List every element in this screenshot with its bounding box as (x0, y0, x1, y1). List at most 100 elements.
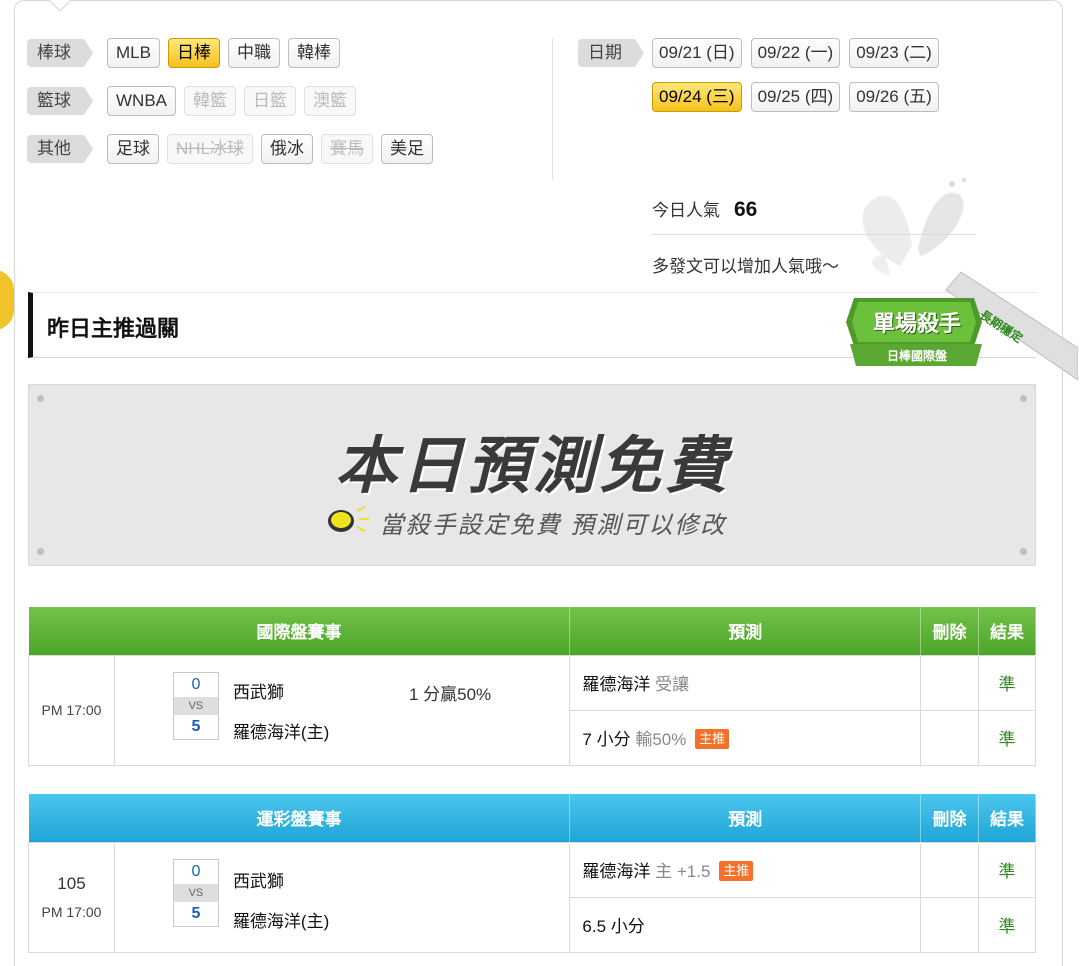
popularity-divider (652, 234, 975, 235)
banner-sub-text: 當殺手設定免費 預測可以修改 (379, 512, 727, 539)
chip-nhl: NHL冰球 (167, 134, 254, 164)
category-label: 其他 (27, 135, 93, 163)
col-delete: 刪除 (920, 794, 980, 842)
chip-nfl[interactable]: 美足 (381, 134, 434, 164)
delete-cell (920, 841, 980, 898)
popularity: 今日人氣 66 (652, 196, 757, 222)
date-0925[interactable]: 09/25 (四) (750, 82, 841, 112)
vs-label: VS (173, 696, 218, 715)
chip-kbl: 韓籃 (184, 86, 236, 116)
date-label: 日期 (578, 39, 644, 67)
chip-khl[interactable]: 俄冰 (261, 134, 314, 164)
chip-mlb[interactable]: MLB (107, 38, 160, 68)
game-number: 105 (57, 874, 86, 893)
col-result: 結果 (978, 607, 1036, 655)
prediction-cell: 羅德海洋 主 +1.5 主推 (569, 841, 922, 898)
chip-horse-racing: 賽馬 (321, 134, 374, 164)
away-score: 0 (191, 862, 201, 880)
col-delete: 刪除 (920, 607, 980, 655)
table-row: PM 17:00 0 VS 5 西武獅 羅德海洋(主) 1 分贏50% 羅德海洋… (28, 654, 1036, 766)
prediction-detail: 主 +1.5 (655, 862, 711, 881)
game-time: PM 17:00 (41, 904, 102, 920)
result-cell: 準 (978, 841, 1036, 898)
killer-badge: 單場殺手 日棒國際盤 長期穩定 (846, 268, 1078, 398)
date-label-wrap: 日期 (578, 38, 658, 68)
filter-row-basketball: 籃球 WNBA 韓籃 日籃 澳籃 (27, 86, 364, 116)
vs-label: VS (173, 883, 218, 902)
popularity-label: 今日人氣 (652, 201, 720, 220)
main-pick-tag: 主推 (695, 729, 730, 749)
badge-subtitle: 日棒國際盤 (886, 349, 947, 363)
chip-wnba[interactable]: WNBA (107, 86, 176, 116)
prediction-cell: 羅德海洋 受讓 (569, 654, 922, 711)
match-cell: 0 VS 5 西武獅 羅德海洋(主) (113, 841, 571, 953)
chip-soccer[interactable]: 足球 (107, 134, 159, 164)
table-header-row: 國際盤賽事 預測 刪除 結果 (28, 607, 1036, 655)
chip-bleague: 日籃 (244, 86, 296, 116)
home-team: 羅德海洋(主) (232, 722, 330, 742)
col-prediction: 預測 (569, 607, 922, 655)
date-0922[interactable]: 09/22 (一) (750, 38, 841, 68)
popularity-tip: 多發文可以增加人氣哦～ (652, 257, 839, 276)
away-team: 西武獅 (232, 682, 284, 702)
category-label: 籃球 (27, 87, 93, 115)
chip-cpbl[interactable]: 中職 (227, 38, 280, 68)
banner-pin (37, 395, 44, 402)
international-table: 國際盤賽事 預測 刪除 結果 PM 17:00 0 VS 5 西武獅 羅德海洋(… (28, 607, 1036, 766)
home-team: 羅德海洋(主) (232, 911, 330, 931)
date-0923[interactable]: 09/23 (二) (849, 38, 939, 68)
delete-cell (920, 709, 980, 766)
prediction-cell: 6.5 小分 (569, 896, 922, 953)
banner-pin (1020, 548, 1027, 555)
lottery-table: 運彩盤賽事 預測 刪除 結果 105 PM 17:00 0 VS 5 西武獅 羅… (28, 794, 1036, 953)
delete-cell (920, 654, 980, 711)
chip-nbl: 澳籃 (304, 86, 356, 116)
prediction-main: 羅德海洋 (582, 675, 651, 694)
banner-pin (37, 548, 44, 555)
home-score: 5 (191, 904, 201, 922)
prediction-main: 6.5 小分 (582, 917, 645, 936)
banner-main-text: 本日預測免費 (334, 432, 731, 501)
prediction-detail: 輸50% (635, 730, 687, 749)
prediction-detail: 受讓 (655, 675, 690, 694)
chip-npb[interactable]: 日棒 (167, 38, 220, 68)
col-event: 運彩盤賽事 (28, 794, 571, 842)
date-0921[interactable]: 09/21 (日) (652, 38, 742, 68)
prediction-main: 羅德海洋 (582, 862, 651, 881)
game-time-cell: 105 PM 17:00 (28, 841, 115, 953)
divider (552, 38, 553, 180)
date-picker: 09/21 (日) 09/22 (一) 09/23 (二) 09/24 (三) … (652, 38, 997, 112)
result-cell: 準 (978, 896, 1036, 953)
prediction-main: 7 小分 (582, 730, 631, 749)
notch-decoration (49, 0, 71, 12)
free-prediction-banner: 本日預測免費 當殺手設定免費 預測可以修改 (28, 384, 1036, 566)
home-score: 5 (191, 717, 201, 735)
filter-row-baseball: 棒球 MLB 日棒 中職 韓棒 (27, 38, 348, 68)
table-header-row: 運彩盤賽事 預測 刪除 結果 (28, 794, 1036, 842)
table-row: 105 PM 17:00 0 VS 5 西武獅 羅德海洋(主) 羅德海洋 主 +… (28, 841, 1036, 953)
main-pick-tag: 主推 (719, 861, 754, 881)
away-score: 0 (191, 675, 201, 693)
chip-kbo[interactable]: 韓棒 (287, 38, 340, 68)
col-prediction: 預測 (569, 794, 922, 842)
handicap: 1 分贏50% (408, 684, 492, 704)
game-time: PM 17:00 (28, 654, 115, 766)
col-result: 結果 (978, 794, 1036, 842)
away-team: 西武獅 (232, 871, 284, 891)
badge-title: 單場殺手 (872, 311, 961, 336)
prediction-cell: 7 小分 輸50% 主推 (569, 709, 922, 766)
date-0924[interactable]: 09/24 (三) (652, 82, 742, 112)
side-tab-decoration (0, 270, 14, 330)
date-0926[interactable]: 09/26 (五) (849, 82, 939, 112)
scorebox: 0 VS 5 (172, 671, 219, 740)
result-cell: 準 (978, 654, 1036, 711)
scorebox: 0 VS 5 (172, 858, 219, 927)
delete-cell (920, 896, 980, 953)
popularity-value: 66 (734, 198, 758, 221)
banner-pin (1020, 395, 1027, 402)
section-title: 昨日主推過關 (47, 316, 180, 341)
match-cell: 0 VS 5 西武獅 羅德海洋(主) 1 分贏50% (113, 654, 571, 766)
result-cell: 準 (978, 709, 1036, 766)
col-event: 國際盤賽事 (28, 607, 571, 655)
filter-row-other: 其他 足球 NHL冰球 俄冰 賽馬 美足 (27, 134, 441, 164)
